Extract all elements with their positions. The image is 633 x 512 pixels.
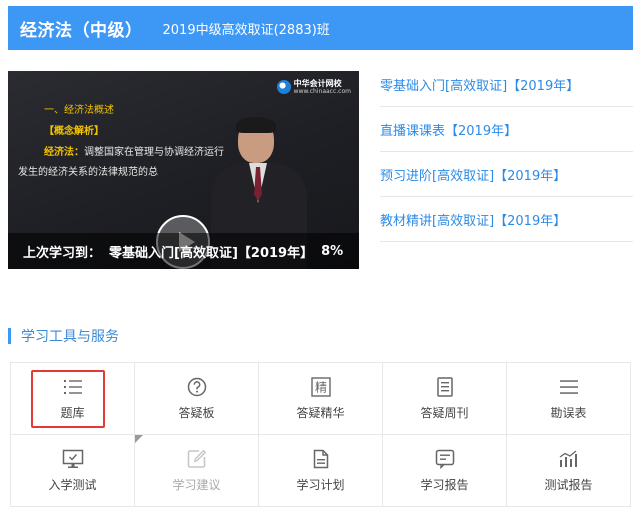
course-link[interactable]: 教材精讲[高效取证]【2019年】 — [380, 197, 633, 242]
tools-section-title: 学习工具与服务 — [8, 327, 119, 345]
slide-term: 经济法： — [44, 147, 84, 158]
tool-entrance-test[interactable]: 入学测试 — [11, 435, 135, 507]
monitor-icon — [62, 448, 84, 470]
course-link[interactable]: 预习进阶[高效取证]【2019年】 — [380, 152, 633, 197]
last-study-prefix: 上次学习到： — [23, 245, 102, 261]
tool-label: 学习计划 — [296, 478, 345, 492]
tool-label: 学习建议 — [172, 478, 221, 492]
essence-char-icon: 精 — [310, 376, 332, 398]
video-player[interactable]: 中华会计网校 www.chinaacc.com 一、经济法概述 【概念解析】 经… — [8, 71, 359, 269]
corner-marker-icon — [135, 435, 143, 443]
logo-url: www.chinaacc.com — [293, 88, 351, 95]
tool-errata[interactable]: 勘误表 — [507, 363, 631, 435]
slide-line: 发生的经济关系的法律规范的总 — [18, 167, 158, 178]
last-study-percent: 8% — [321, 243, 344, 259]
course-link[interactable]: 直播课课表【2019年】 — [380, 107, 633, 152]
file-icon — [310, 448, 332, 470]
class-name[interactable]: 2019中级高效取证(2883)班 — [163, 19, 330, 38]
course-link[interactable]: 零基础入门[高效取证]【2019年】 — [380, 62, 633, 107]
bar-chart-icon — [558, 448, 580, 470]
tools-grid: 题库 答疑板 精 答疑精华 答疑周刊 勘误表 入学测试 学习建议 学习计划 学习… — [10, 362, 631, 507]
report-icon — [434, 448, 456, 470]
question-circle-icon — [186, 376, 208, 398]
tool-label: 入学测试 — [48, 478, 97, 492]
tool-label: 学习报告 — [420, 478, 469, 492]
tool-label: 答疑周刊 — [420, 406, 469, 420]
tool-label: 答疑精华 — [296, 406, 345, 420]
tool-qa-board[interactable]: 答疑板 — [135, 363, 259, 435]
tool-study-advice[interactable]: 学习建议 — [135, 435, 259, 507]
tool-study-report[interactable]: 学习报告 — [383, 435, 507, 507]
tool-question-bank[interactable]: 题库 — [11, 363, 135, 435]
logo-globe-icon — [276, 80, 291, 94]
course-title: 经济法（中级） — [20, 20, 143, 41]
tool-study-plan[interactable]: 学习计划 — [259, 435, 383, 507]
tool-label: 答疑板 — [178, 406, 215, 420]
tool-label: 题库 — [60, 406, 85, 420]
tool-qa-essence[interactable]: 精 答疑精华 — [259, 363, 383, 435]
tool-test-report[interactable]: 测试报告 — [507, 435, 631, 507]
document-icon — [434, 376, 456, 398]
menu-lines-icon — [558, 376, 580, 398]
slide-definition-text: 调整国家在管理与协调经济运行 — [84, 147, 224, 158]
edit-icon — [186, 448, 208, 470]
course-header: 经济法（中级） 2019中级高效取证(2883)班 — [8, 6, 633, 50]
section-title-text: 学习工具与服务 — [21, 329, 119, 345]
slide-heading: 一、经济法概述 — [44, 105, 114, 116]
list-icon — [62, 376, 84, 398]
tool-label: 测试报告 — [544, 478, 593, 492]
last-study-bar[interactable]: 上次学习到： 零基础入门[高效取证]【2019年】 8% — [8, 233, 359, 269]
slide-definition: 经济法：调整国家在管理与协调经济运行 — [44, 143, 224, 158]
tool-label: 勘误表 — [550, 406, 587, 420]
school-logo: 中华会计网校 www.chinaacc.com — [276, 79, 351, 95]
course-link-list: 零基础入门[高效取证]【2019年】 直播课课表【2019年】 预习进阶[高效取… — [380, 62, 633, 242]
tool-qa-weekly[interactable]: 答疑周刊 — [383, 363, 507, 435]
last-study-course: 零基础入门[高效取证]【2019年】 — [109, 245, 314, 261]
section-accent-bar — [8, 328, 11, 344]
logo-name: 中华会计网校 — [293, 79, 342, 88]
slide-subheading: 【概念解析】 — [44, 126, 104, 137]
svg-text:精: 精 — [314, 381, 326, 395]
